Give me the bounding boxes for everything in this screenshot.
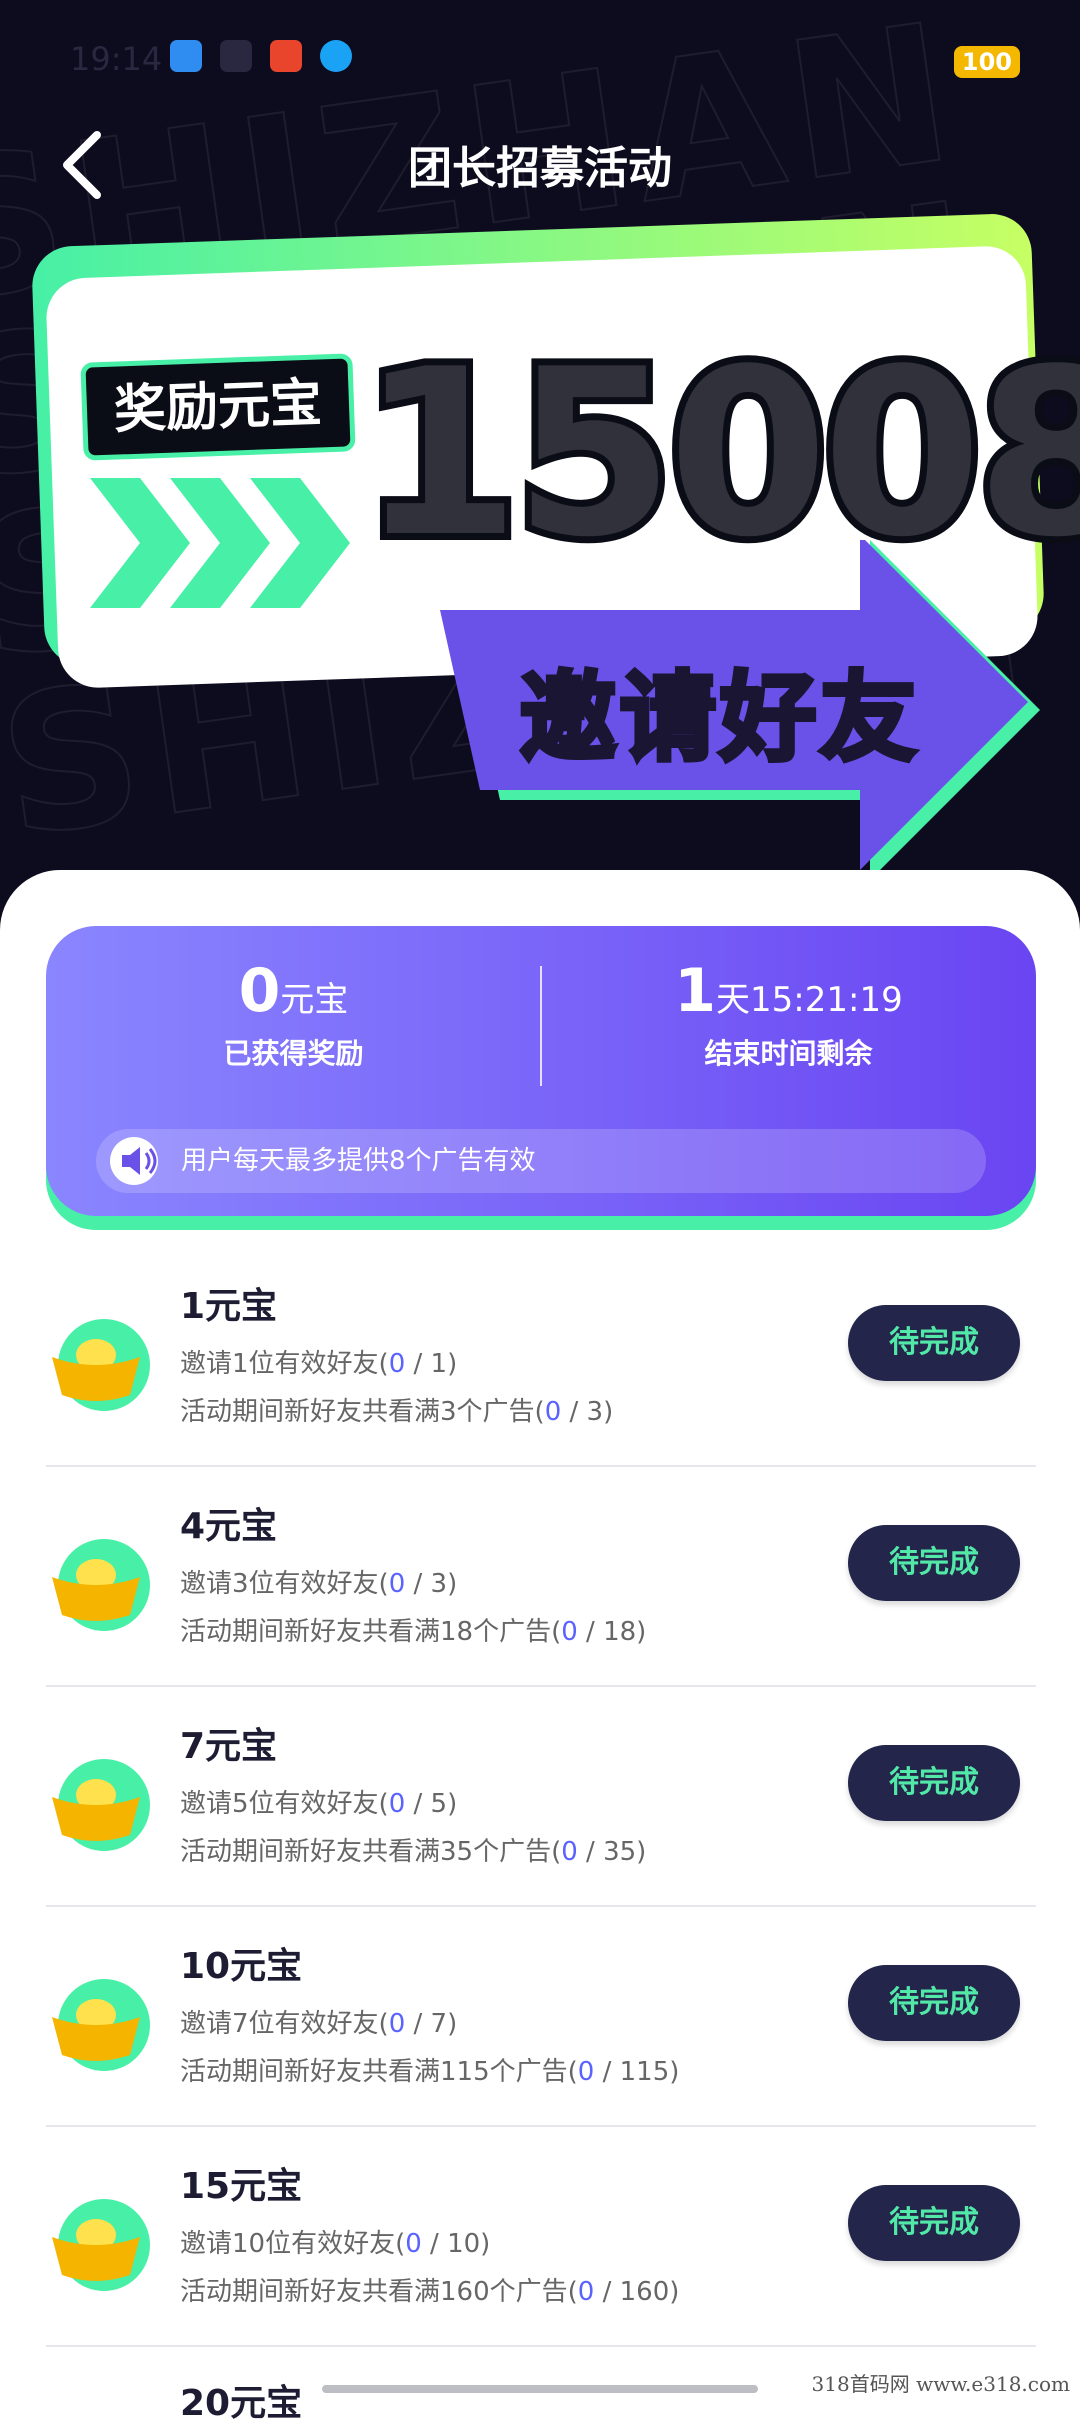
status-icons — [170, 40, 352, 72]
task-ads-progress: 活动期间新好友共看满115个广告(0 / 115) — [180, 2057, 680, 2087]
gold-ingot-icon — [52, 1319, 150, 1411]
task-pending-button[interactable]: 待完成 — [848, 1745, 1020, 1821]
home-indicator[interactable] — [322, 2385, 758, 2393]
task-ads-progress: 活动期间新好友共看满18个广告(0 / 18) — [180, 1617, 647, 1647]
message-icon — [220, 40, 252, 72]
remaining-stat: 1天15:21:19 结束时间剩余 — [541, 956, 1036, 1072]
task-title: 7元宝 — [180, 1726, 278, 1767]
remaining-unit: 天 — [716, 980, 751, 1020]
task-title: 10元宝 — [180, 1946, 303, 1987]
gold-ingot-icon — [52, 1979, 150, 2071]
earned-unit: 元宝 — [280, 980, 349, 1020]
app-icon-blue — [170, 40, 202, 72]
task-title: 15元宝 — [180, 2166, 303, 2207]
earned-value: 0 — [238, 956, 281, 1026]
hero-section: SHIZHANSHIZHANSHIZHANSHIZHAN 19:14 100 团… — [0, 0, 1080, 900]
task-row: 7元宝 邀请5位有效好友(0 / 5) 活动期间新好友共看满35个广告(0 / … — [46, 1685, 1036, 1907]
speaker-icon — [110, 1137, 158, 1185]
gold-ingot-icon — [52, 2199, 150, 2291]
remaining-time: 15:21:19 — [750, 980, 903, 1020]
task-row: 10元宝 邀请7位有效好友(0 / 7) 活动期间新好友共看满115个广告(0 … — [46, 1905, 1036, 2127]
gold-ingot-icon — [52, 1539, 150, 1631]
gold-ingot-icon — [52, 1759, 150, 1851]
taobao-icon — [270, 40, 302, 72]
invite-friends-label[interactable]: 邀请好友 — [518, 640, 920, 779]
status-bar: 19:14 100 — [0, 0, 1080, 120]
task-pending-button[interactable]: 待完成 — [848, 1965, 1020, 2041]
watermark: 318首码网 www.e318.com — [811, 2372, 1070, 2396]
notice-bar: 用户每天最多提供8个广告有效 — [96, 1129, 986, 1193]
task-row: 4元宝 邀请3位有效好友(0 / 3) 活动期间新好友共看满18个广告(0 / … — [46, 1465, 1036, 1687]
task-ads-progress: 活动期间新好友共看满35个广告(0 / 35) — [180, 1837, 647, 1867]
task-invite-progress: 邀请7位有效好友(0 / 7) — [180, 2009, 458, 2039]
qq-icon — [320, 40, 352, 72]
task-invite-progress: 邀请1位有效好友(0 / 1) — [180, 1349, 458, 1379]
notice-text: 用户每天最多提供8个广告有效 — [181, 1146, 536, 1176]
task-pending-button[interactable]: 待完成 — [848, 1305, 1020, 1381]
earned-stat: 0元宝 已获得奖励 — [46, 956, 541, 1072]
task-ads-progress: 活动期间新好友共看满160个广告(0 / 160) — [180, 2277, 680, 2307]
stats-card: 0元宝 已获得奖励 1天15:21:19 结束时间剩余 用户每天最多提供8个广告… — [46, 926, 1036, 1216]
task-pending-button[interactable]: 待完成 — [848, 1525, 1020, 1601]
earned-label: 已获得奖励 — [223, 1037, 364, 1070]
chevrons-right-icon — [90, 478, 350, 608]
remaining-days: 1 — [674, 956, 717, 1026]
task-invite-progress: 邀请3位有效好友(0 / 3) — [180, 1569, 458, 1599]
task-title: 1元宝 — [180, 1286, 278, 1327]
task-row: 1元宝 邀请1位有效好友(0 / 1) 活动期间新好友共看满3个广告(0 / 3… — [46, 1245, 1036, 1467]
task-ads-progress: 活动期间新好友共看满3个广告(0 / 3) — [180, 1397, 614, 1427]
task-title-partial: 20元宝 — [180, 2383, 303, 2424]
reward-tag: 奖励元宝 — [80, 353, 356, 461]
task-pending-button[interactable]: 待完成 — [848, 2185, 1020, 2261]
remaining-label: 结束时间剩余 — [704, 1037, 873, 1070]
task-title: 4元宝 — [180, 1506, 278, 1547]
task-invite-progress: 邀请5位有效好友(0 / 5) — [180, 1789, 458, 1819]
page-title: 团长招募活动 — [408, 143, 672, 194]
battery-indicator: 100 — [953, 46, 1020, 78]
task-row: 15元宝 邀请10位有效好友(0 / 10) 活动期间新好友共看满160个广告(… — [46, 2125, 1036, 2347]
task-invite-progress: 邀请10位有效好友(0 / 10) — [180, 2229, 491, 2259]
status-time: 19:14 — [70, 40, 163, 78]
